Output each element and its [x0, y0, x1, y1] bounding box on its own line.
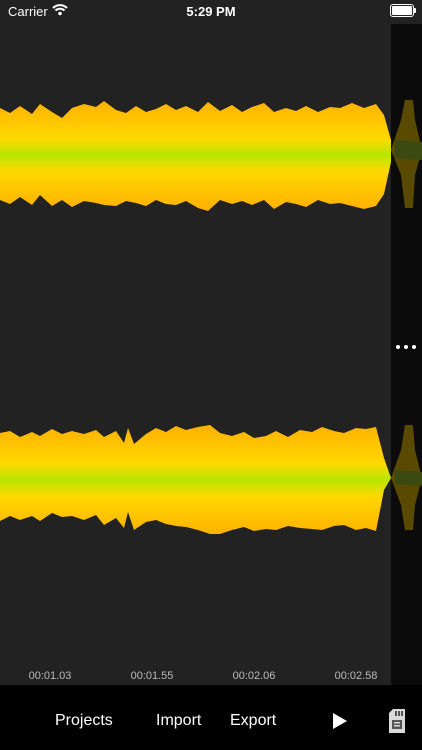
waveform-canvas[interactable]: [0, 0, 391, 685]
battery-icon: [390, 4, 416, 17]
status-bar: Carrier 5:29 PM: [0, 0, 422, 24]
projects-button[interactable]: Projects: [55, 712, 113, 730]
waveform-channel-2: [0, 425, 391, 534]
more-dots-icon[interactable]: [396, 338, 416, 356]
time-label: 00:01.55: [130, 670, 174, 682]
time-label: 00:02.58: [334, 670, 378, 682]
timeline: 00:01.03 00:01.55 00:02.06 00:02.58: [0, 668, 391, 684]
import-button[interactable]: Import: [156, 712, 201, 730]
time-label: 00:02.06: [232, 670, 276, 682]
clock: 5:29 PM: [186, 4, 236, 19]
waveform-editor[interactable]: [0, 0, 391, 685]
time-label: 00:01.03: [28, 670, 72, 682]
export-button[interactable]: Export: [230, 712, 276, 730]
sd-card-icon[interactable]: [388, 708, 406, 734]
play-icon[interactable]: [333, 713, 347, 729]
waveform-channel-1: [0, 101, 391, 211]
